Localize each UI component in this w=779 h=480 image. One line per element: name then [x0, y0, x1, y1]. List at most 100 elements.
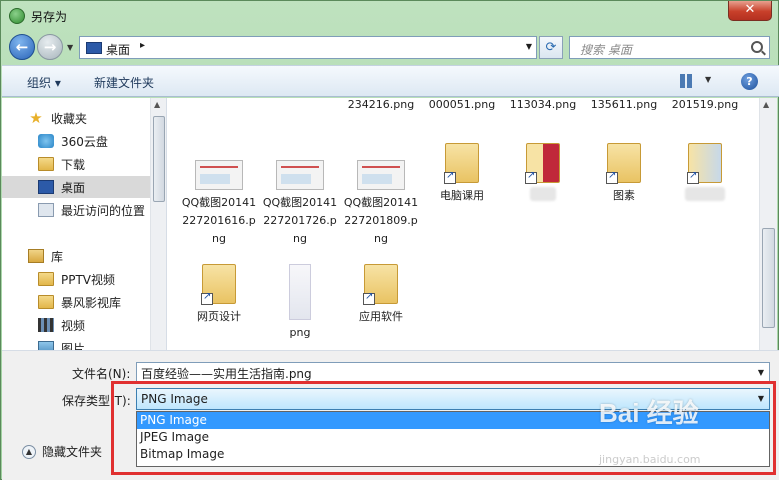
picture-icon: [38, 341, 54, 350]
hide-folders-button[interactable]: ▲ 隐藏文件夹: [22, 443, 102, 460]
nav-item-label: 收藏夹: [51, 111, 88, 126]
file-list-scrollbar[interactable]: ▲: [759, 98, 777, 350]
shortcut-arrow-icon: [525, 170, 537, 184]
new-folder-button[interactable]: 新建文件夹: [94, 74, 154, 91]
address-bar[interactable]: 桌面 ▸ ▼: [79, 36, 537, 59]
filename-dropdown-icon[interactable]: ▼: [758, 368, 764, 377]
file-item[interactable]: QQ截图20141227201616.png: [180, 160, 258, 248]
file-name: [685, 187, 725, 201]
file-item[interactable]: 201519.png: [666, 98, 744, 114]
file-item[interactable]: 135611.png: [585, 98, 663, 114]
file-name: 113034.png: [509, 98, 577, 111]
file-item[interactable]: 网页设计: [180, 264, 258, 326]
shortcut-arrow-icon: [201, 291, 213, 305]
close-button[interactable]: ✕: [728, 1, 772, 21]
shortcut-arrow-icon: [444, 170, 456, 184]
nav-item-360-cloud[interactable]: 360云盘: [2, 130, 150, 152]
desktop-icon: [38, 180, 54, 194]
nav-item-label: 桌面: [61, 180, 86, 195]
folder-icon: [687, 143, 722, 184]
file-scroll-thumb[interactable]: [762, 228, 775, 328]
nav-scroll-thumb[interactable]: [153, 116, 165, 202]
file-name: 网页设计: [197, 310, 241, 323]
nav-item-pptv[interactable]: PPTV视频: [2, 268, 150, 290]
search-placeholder: 搜索 桌面: [580, 43, 632, 57]
file-item[interactable]: 电脑课用: [423, 143, 501, 205]
file-name: [530, 187, 556, 201]
file-item[interactable]: 113034.png: [504, 98, 582, 114]
breadcrumb-arrow-icon[interactable]: ▸: [140, 40, 145, 51]
file-item[interactable]: 图素: [585, 143, 663, 205]
nav-item-label: 库: [51, 249, 64, 264]
back-button[interactable]: ←: [9, 34, 35, 60]
folder-icon: [363, 264, 398, 305]
search-input[interactable]: 搜索 桌面: [569, 36, 770, 59]
title-bar: 另存为 ✕: [1, 1, 779, 31]
nav-item-baofeng[interactable]: 暴风影视库: [2, 291, 150, 313]
nav-item-label: 视频: [61, 318, 86, 333]
address-location[interactable]: 桌面: [106, 41, 130, 58]
file-name: QQ截图20141227201726.png: [262, 196, 338, 245]
savetype-dropdown-icon[interactable]: ▼: [758, 394, 764, 403]
image-thumbnail: [357, 160, 405, 190]
folder-icon: [606, 143, 641, 184]
file-item[interactable]: QQ截图20141227201809.png: [342, 160, 420, 248]
file-name: QQ截图20141227201809.png: [343, 196, 419, 245]
file-item[interactable]: 应用软件: [342, 264, 420, 326]
folder-icon: [38, 272, 54, 286]
file-item[interactable]: 234216.png: [342, 98, 420, 114]
nav-scrollbar[interactable]: ▲: [150, 98, 166, 350]
collapse-up-icon: ▲: [22, 444, 36, 459]
file-name: QQ截图20141227201616.png: [181, 196, 257, 245]
file-name: 201519.png: [671, 98, 739, 111]
scroll-up-icon[interactable]: ▲: [763, 100, 769, 109]
nav-item-label: 图片: [61, 341, 86, 351]
view-options-icon[interactable]: [680, 74, 694, 88]
filename-label: 文件名(N):: [72, 367, 131, 381]
option-png[interactable]: PNG Image: [137, 412, 769, 429]
scroll-up-icon[interactable]: ▲: [154, 100, 160, 109]
shortcut-arrow-icon: [363, 291, 375, 305]
file-name: 电脑课用: [440, 189, 484, 202]
nav-item-desktop[interactable]: 桌面: [2, 176, 150, 198]
nav-item-favorites[interactable]: ★ 收藏夹: [2, 107, 150, 129]
view-dropdown-icon[interactable]: ▼: [705, 75, 711, 84]
file-item[interactable]: [666, 143, 744, 201]
refresh-button[interactable]: ⟳: [539, 36, 563, 59]
library-icon: [28, 249, 44, 263]
option-jpeg[interactable]: JPEG Image: [137, 429, 769, 446]
toolbar: 组织 ▾ 新建文件夹 ▼ ?: [2, 65, 779, 97]
help-icon[interactable]: ?: [741, 73, 758, 90]
file-list: 234216.png 000051.png 113034.png 135611.…: [167, 98, 759, 350]
address-dropdown-icon[interactable]: ▼: [526, 42, 532, 51]
cloud-icon: [38, 134, 54, 148]
file-item[interactable]: png: [261, 264, 339, 342]
file-item[interactable]: 000051.png: [423, 98, 501, 114]
image-thumbnail: [289, 264, 311, 320]
nav-item-videos[interactable]: 视频: [2, 314, 150, 336]
filename-input[interactable]: 百度经验——实用生活指南.png ▼: [136, 362, 770, 383]
file-name: 应用软件: [359, 310, 403, 323]
nav-item-label: 下载: [61, 157, 86, 172]
address-row: ← → ▼ 桌面 ▸ ▼ ⟳ 搜索 桌面: [1, 31, 779, 63]
nav-item-libraries[interactable]: 库: [2, 245, 150, 267]
nav-item-label: 暴风影视库: [61, 295, 122, 310]
nav-item-pictures[interactable]: 图片: [2, 337, 150, 350]
star-icon: ★: [29, 109, 43, 127]
image-thumbnail: [276, 160, 324, 190]
nav-item-label: PPTV视频: [61, 272, 116, 287]
file-name: 135611.png: [590, 98, 658, 111]
hide-folders-label: 隐藏文件夹: [42, 445, 103, 459]
savetype-select[interactable]: PNG Image ▼: [136, 388, 770, 410]
file-item[interactable]: QQ截图20141227201726.png: [261, 160, 339, 248]
nav-item-recent-places[interactable]: 最近访问的位置: [2, 199, 150, 221]
organize-button[interactable]: 组织 ▾: [27, 74, 61, 91]
navigation-pane: ★ 收藏夹 360云盘 下载 桌面 最近访问的位置 库 PPTV视频 暴风影视库…: [2, 98, 167, 350]
file-item[interactable]: [504, 143, 582, 201]
recent-pages-dropdown-icon[interactable]: ▼: [67, 43, 73, 52]
window-title: 另存为: [31, 10, 68, 24]
option-bitmap[interactable]: Bitmap Image: [137, 446, 769, 463]
desktop-icon: [86, 42, 102, 54]
nav-item-downloads[interactable]: 下载: [2, 153, 150, 175]
forward-button[interactable]: →: [37, 34, 63, 60]
